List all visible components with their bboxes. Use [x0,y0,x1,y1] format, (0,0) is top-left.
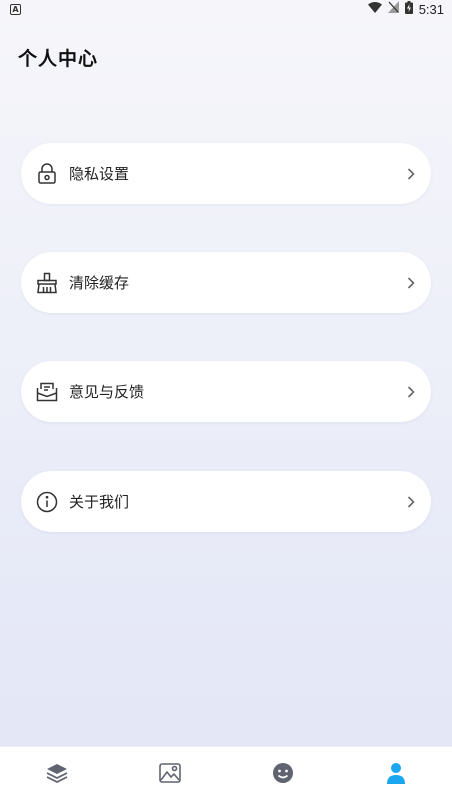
chevron-right-icon [405,495,417,509]
about-us-label: 关于我们 [69,493,130,511]
wifi-icon [367,1,382,17]
chevron-right-icon [405,385,417,399]
image-icon [158,762,181,787]
status-bar: A 5:31 [0,0,452,18]
feedback-label: 意见与反馈 [69,383,145,401]
nav-emoji[interactable] [253,747,313,802]
lock-icon [36,162,58,185]
info-icon [36,491,58,513]
layers-icon [46,763,68,787]
nav-gallery[interactable] [140,747,200,802]
notification-a-icon: A [10,3,21,15]
privacy-settings-item[interactable]: 隐私设置 [21,143,431,204]
status-time: 5:31 [418,1,444,17]
person-icon [386,762,406,788]
about-us-item[interactable]: 关于我们 [21,471,431,532]
nav-profile[interactable] [366,747,426,802]
clear-cache-item[interactable]: 清除缓存 [21,252,431,313]
page-title: 个人中心 [18,48,99,70]
battery-icon [404,0,413,18]
chevron-right-icon [405,276,417,290]
feedback-item[interactable]: 意见与反馈 [21,361,431,422]
clear-cache-label: 清除缓存 [69,274,130,292]
broom-icon [36,272,58,294]
smiley-icon [272,762,294,788]
no-signal-icon [387,1,399,17]
privacy-settings-label: 隐私设置 [69,165,130,183]
bottom-nav [0,746,452,802]
nav-layers[interactable] [27,747,87,802]
feedback-mail-icon [36,381,58,403]
chevron-right-icon [405,167,417,181]
